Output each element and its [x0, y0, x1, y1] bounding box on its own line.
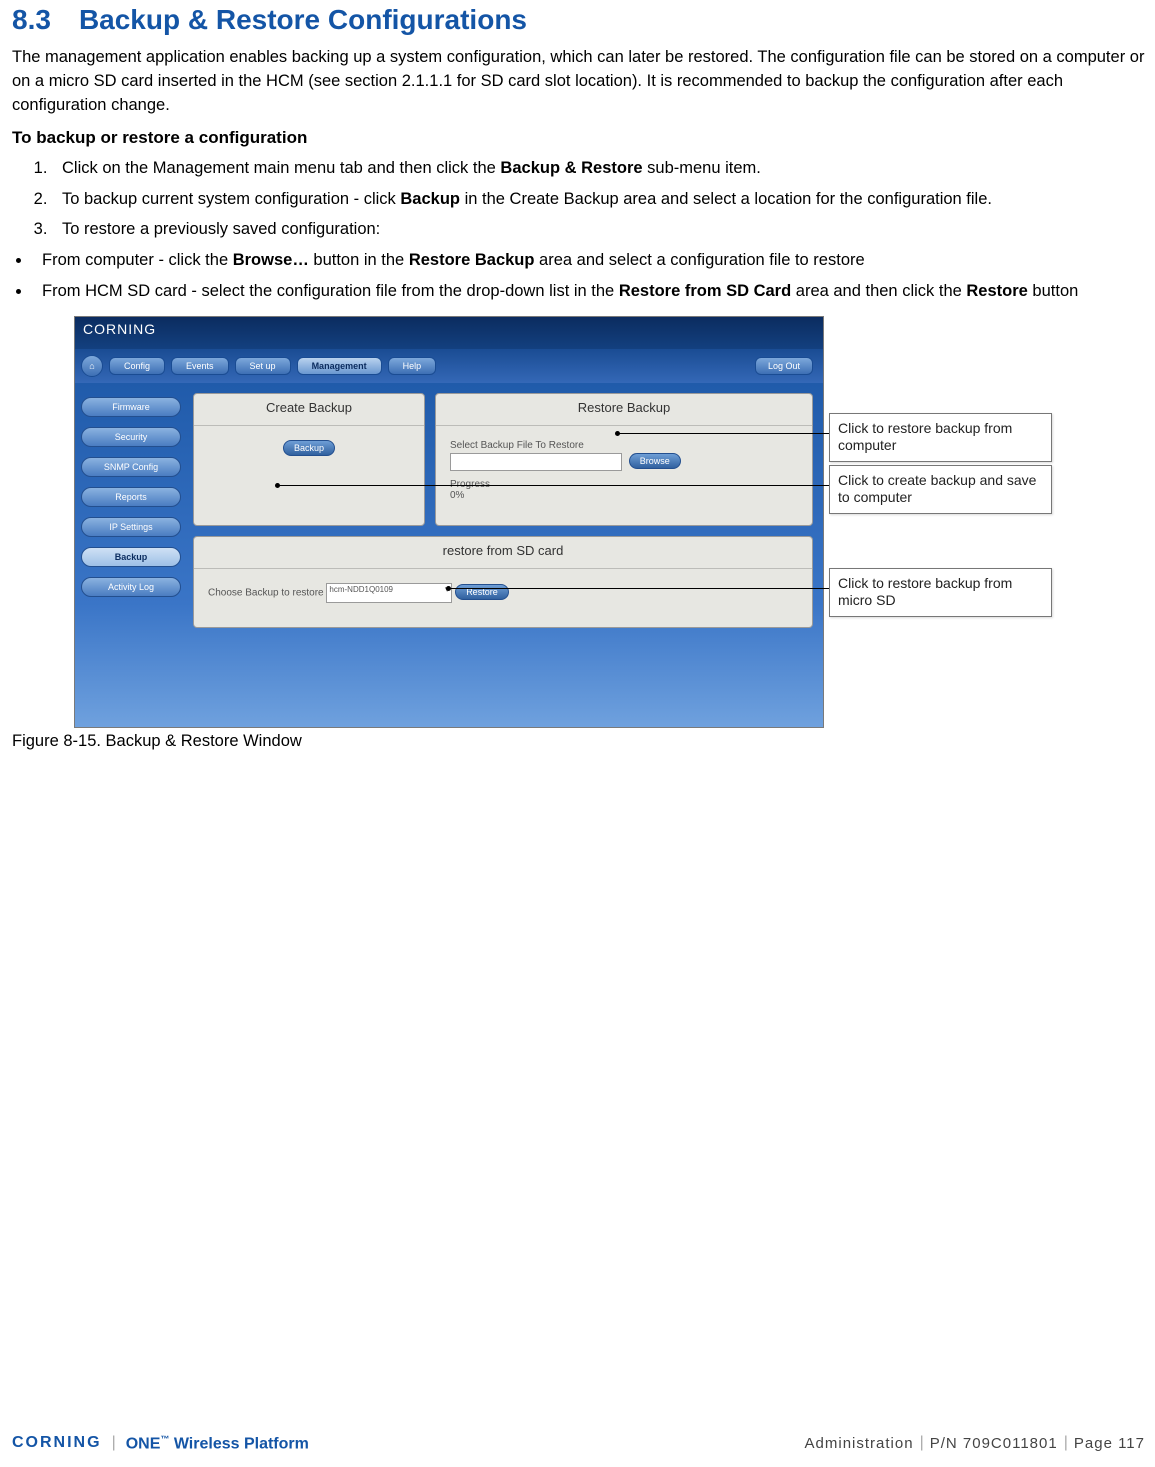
restore-backup-title: Restore Backup	[436, 394, 812, 425]
home-icon[interactable]: ⌂	[81, 355, 103, 377]
restore-file-input[interactable]	[450, 453, 622, 471]
progress-value: 0%	[450, 490, 798, 501]
section-number: 8.3	[12, 4, 51, 35]
procedure-heading: To backup or restore a configuration	[12, 128, 1145, 148]
section-heading: 8.3 Backup & Restore Configurations	[12, 4, 1145, 36]
footer-page: Page 117	[1074, 1435, 1145, 1452]
sidebar-item-firmware[interactable]: Firmware	[81, 397, 181, 417]
create-backup-title: Create Backup	[194, 394, 424, 425]
restore-sd-title: restore from SD card	[194, 537, 812, 568]
tab-help[interactable]: Help	[388, 357, 437, 375]
sidebar-item-snmp[interactable]: SNMP Config	[81, 457, 181, 477]
backup-button[interactable]: Backup	[283, 440, 335, 456]
footer-platform: ONE™ Wireless Platform	[126, 1434, 309, 1453]
callout-line-2	[276, 485, 829, 486]
intro-paragraph: The management application enables backi…	[12, 46, 1145, 118]
sd-file-select[interactable]: hcm-NDD1Q0109	[326, 583, 452, 603]
main-tabbar: ⌂ Config Events Set up Management Help L…	[75, 349, 823, 383]
bullet-sdcard: From HCM SD card - select the configurat…	[32, 279, 1145, 304]
figure-caption: Figure 8-15. Backup & Restore Window	[12, 732, 1145, 751]
step-3: To restore a previously saved configurat…	[52, 217, 1145, 242]
sidebar-item-ipsettings[interactable]: IP Settings	[81, 517, 181, 537]
app-window: CORNING ⌂ Config Events Set up Managemen…	[74, 316, 824, 728]
select-file-label: Select Backup File To Restore	[450, 440, 798, 451]
step-1: Click on the Management main menu tab an…	[52, 156, 1145, 181]
footer-brand: CORNING	[12, 1434, 102, 1452]
browse-button[interactable]: Browse	[629, 453, 681, 469]
sidebar-item-security[interactable]: Security	[81, 427, 181, 447]
tab-config[interactable]: Config	[109, 357, 165, 375]
logout-button[interactable]: Log Out	[755, 357, 813, 375]
tab-events[interactable]: Events	[171, 357, 229, 375]
sidebar-item-reports[interactable]: Reports	[81, 487, 181, 507]
app-brand: CORNING	[75, 317, 823, 349]
sub-bullets: From computer - click the Browse… button…	[32, 248, 1145, 304]
bullet-computer: From computer - click the Browse… button…	[32, 248, 1145, 273]
choose-backup-label: Choose Backup to restore	[208, 587, 324, 598]
procedure-steps: Click on the Management main menu tab an…	[52, 156, 1145, 242]
callout-create-backup: Click to create backup and save to compu…	[829, 465, 1052, 514]
sidebar: Firmware Security SNMP Config Reports IP…	[75, 387, 187, 727]
footer-section: Administration	[805, 1435, 914, 1452]
sidebar-item-backup[interactable]: Backup	[81, 547, 181, 567]
tab-setup[interactable]: Set up	[235, 357, 291, 375]
content-area: Create Backup Backup Restore Backup Sele…	[187, 387, 823, 727]
create-backup-panel: Create Backup Backup	[193, 393, 425, 526]
callout-restore-computer: Click to restore backup from computer	[829, 413, 1052, 462]
figure-screenshot: CORNING ⌂ Config Events Set up Managemen…	[74, 316, 1044, 728]
page-footer: CORNING | ONE™ Wireless Platform Adminis…	[12, 1434, 1145, 1453]
restore-backup-panel: Restore Backup Select Backup File To Res…	[435, 393, 813, 526]
section-title-text: Backup & Restore Configurations	[79, 4, 527, 35]
callout-restore-sd: Click to restore backup from micro SD	[829, 568, 1052, 617]
restore-sd-panel: restore from SD card Choose Backup to re…	[193, 536, 813, 628]
sidebar-item-activitylog[interactable]: Activity Log	[81, 577, 181, 597]
callout-line-1	[616, 433, 829, 434]
footer-pn: P/N 709C011801	[930, 1435, 1058, 1452]
step-2: To backup current system configuration -…	[52, 187, 1145, 212]
tab-management[interactable]: Management	[297, 357, 382, 375]
callout-line-3	[447, 588, 829, 589]
